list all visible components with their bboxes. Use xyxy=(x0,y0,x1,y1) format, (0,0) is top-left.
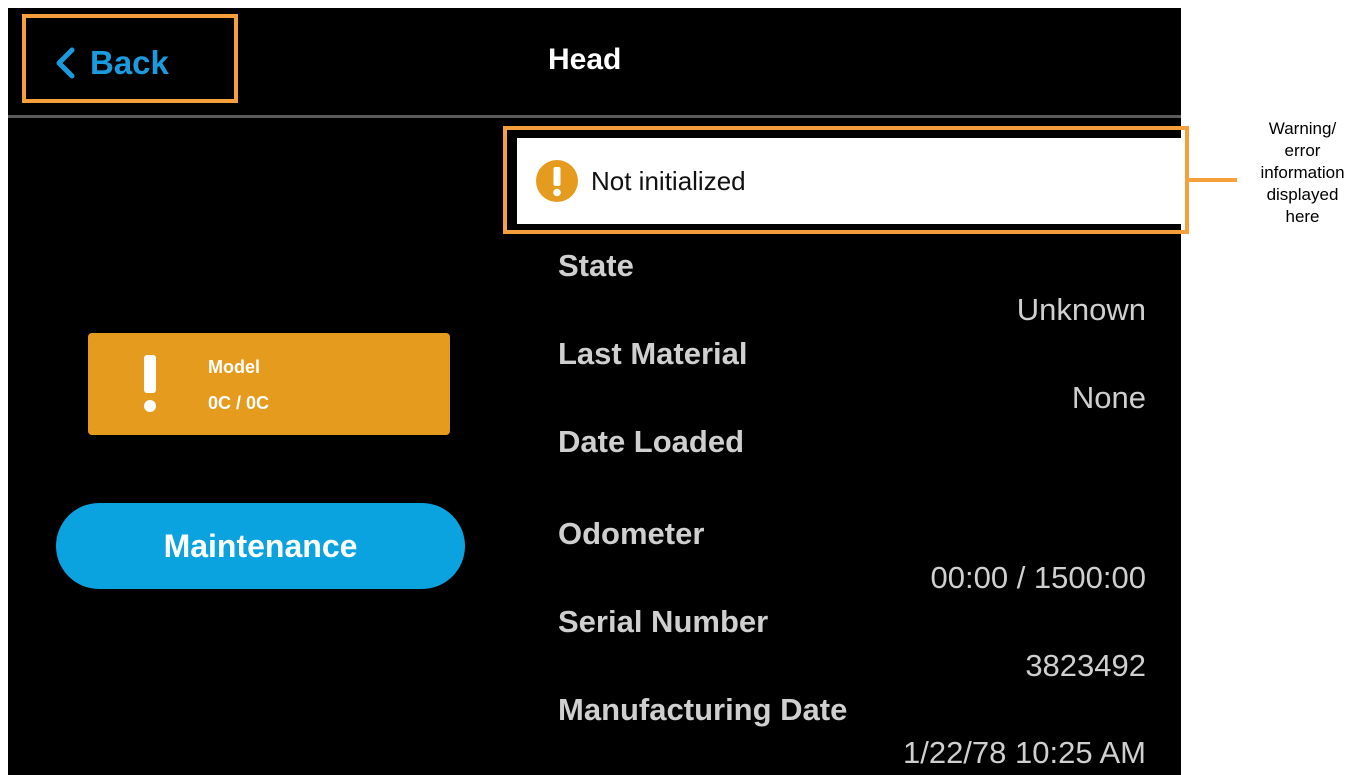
back-button[interactable]: Back xyxy=(54,38,169,88)
state-value: Unknown xyxy=(1016,292,1146,327)
card-title: Model xyxy=(208,357,260,377)
device-screen: Back Head Model 0C / 0C Maintenance Not … xyxy=(8,8,1181,775)
exclamation-icon xyxy=(144,355,156,412)
manufacturing-date-label: Manufacturing Date xyxy=(558,692,848,727)
header: Back Head xyxy=(8,8,1181,115)
page-title: Head xyxy=(548,43,622,76)
annotation-line: error xyxy=(1284,141,1321,160)
back-label: Back xyxy=(90,44,169,81)
warning-bar: Not initialized xyxy=(517,138,1181,224)
annotation-line: Warning/ xyxy=(1268,119,1337,138)
annotation-line: displayed xyxy=(1266,185,1339,204)
manufacturing-date-value: 1/22/78 10:25 AM xyxy=(902,735,1146,770)
exclamation-circle-icon xyxy=(536,160,578,202)
annotation-callout: Warning/ error information displayed her… xyxy=(1240,118,1365,228)
annotation-line: here xyxy=(1285,207,1320,226)
odometer-label: Odometer xyxy=(558,516,705,551)
header-divider xyxy=(8,115,1181,118)
last-material-value: None xyxy=(1071,380,1146,415)
chevron-left-icon xyxy=(54,47,76,79)
last-material-label: Last Material xyxy=(558,336,748,371)
maintenance-button[interactable]: Maintenance xyxy=(56,503,465,589)
model-status-card[interactable]: Model 0C / 0C xyxy=(88,333,450,435)
serial-number-value: 3823492 xyxy=(1025,648,1146,683)
warning-text: Not initialized xyxy=(591,165,746,196)
date-loaded-label: Date Loaded xyxy=(558,424,745,459)
annotation-line: information xyxy=(1260,163,1345,182)
page: Back Head Model 0C / 0C Maintenance Not … xyxy=(0,0,1369,775)
odometer-value: 00:00 / 1500:00 xyxy=(930,560,1146,595)
state-label: State xyxy=(558,248,634,283)
serial-number-label: Serial Number xyxy=(558,604,769,639)
card-temperature: 0C / 0C xyxy=(208,393,270,413)
annotation-connector xyxy=(1189,178,1237,182)
